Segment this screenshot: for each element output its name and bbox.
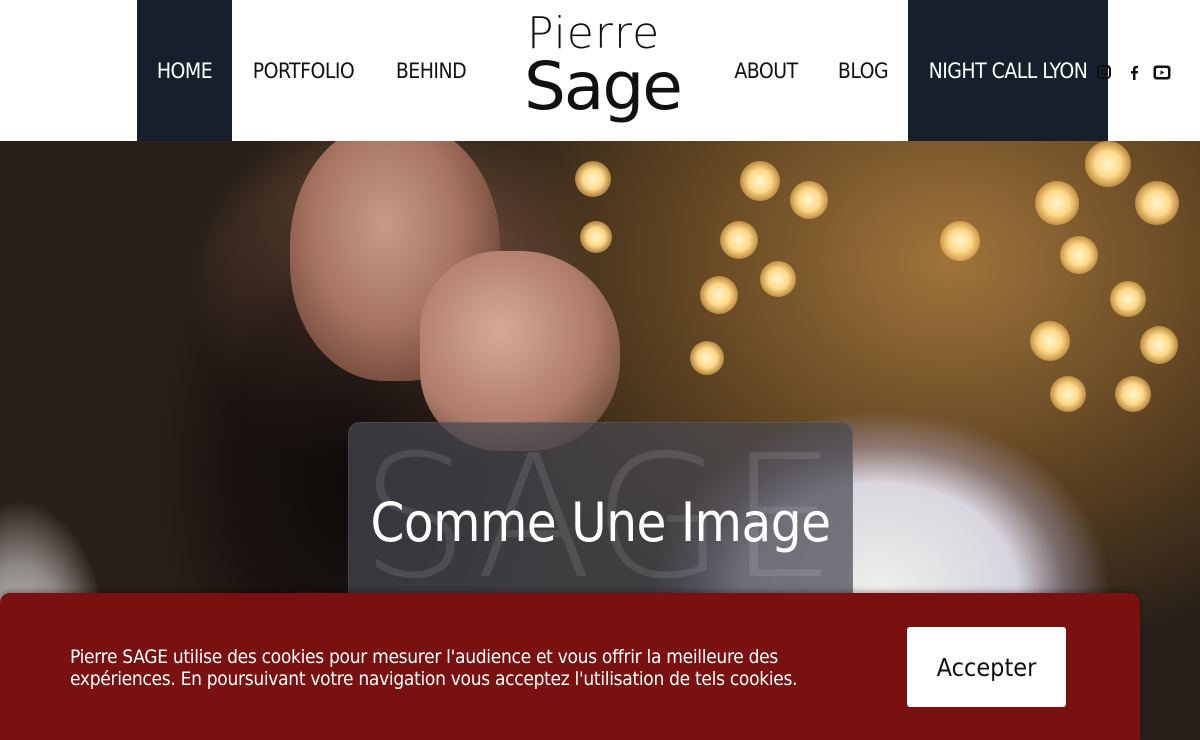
nav-about[interactable]: ABOUT — [714, 0, 818, 141]
bokeh-light — [1135, 181, 1179, 225]
instagram-icon[interactable] — [1094, 62, 1114, 82]
nav-home[interactable]: HOME — [137, 0, 232, 141]
nav-portfolio[interactable]: PORTFOLIO — [232, 0, 375, 141]
bokeh-light — [1110, 281, 1146, 317]
logo-line2: Sage — [524, 48, 683, 125]
bokeh-light — [1035, 181, 1079, 225]
nav-behind[interactable]: BEHIND — [375, 0, 487, 141]
bokeh-light — [700, 276, 738, 314]
bokeh-light — [1085, 141, 1131, 187]
bokeh-light — [1030, 321, 1070, 361]
nav-night-call-lyon[interactable]: NIGHT CALL LYON — [908, 0, 1108, 141]
bokeh-light — [1140, 326, 1178, 364]
bokeh-light — [1050, 376, 1086, 412]
hero-title: Comme Une Image — [370, 491, 832, 554]
bokeh-light — [1115, 376, 1151, 412]
facebook-icon[interactable] — [1124, 62, 1144, 82]
bokeh-light — [760, 261, 796, 297]
bokeh-light — [720, 221, 758, 259]
portrait-hand — [420, 251, 620, 451]
bokeh-light — [940, 221, 980, 261]
bokeh-light — [740, 161, 780, 201]
nav-blog[interactable]: BLOG — [818, 0, 908, 141]
site-logo[interactable]: Pierre Sage — [524, 8, 683, 132]
cookie-banner: Pierre SAGE utilise des cookies pour mes… — [0, 593, 1140, 740]
bokeh-light — [1060, 236, 1098, 274]
cookie-message: Pierre SAGE utilise des cookies pour mes… — [70, 646, 798, 690]
accept-cookies-button[interactable]: Accepter — [907, 627, 1066, 707]
youtube-icon[interactable] — [1152, 62, 1172, 82]
bokeh-light — [690, 341, 724, 375]
site-header: HOME PORTFOLIO BEHIND Pierre Sage ABOUT … — [0, 0, 1200, 141]
bokeh-light — [790, 181, 828, 219]
